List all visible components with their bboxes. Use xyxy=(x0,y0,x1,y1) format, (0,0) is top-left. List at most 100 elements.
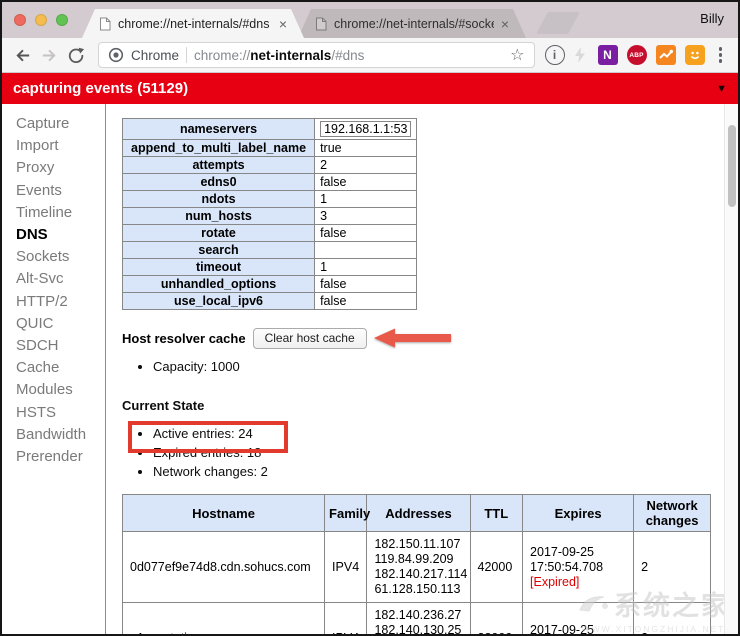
config-value: false xyxy=(315,293,417,310)
sidebar-item-hsts[interactable]: HSTS xyxy=(2,401,105,423)
sidebar-item-bandwidth[interactable]: Bandwidth xyxy=(2,424,105,446)
chrome-product-icon xyxy=(108,47,124,63)
config-value: 1 xyxy=(315,259,417,276)
cache-network-changes: 2 xyxy=(634,603,711,635)
tab-close-icon[interactable]: × xyxy=(279,17,287,31)
config-row: nameservers192.168.1.1:53 xyxy=(123,119,417,140)
new-tab-button[interactable] xyxy=(536,12,580,34)
bookmark-star-icon[interactable]: ☆ xyxy=(510,45,524,65)
expired-badge: [Expired] xyxy=(530,575,626,590)
config-label: rotate xyxy=(123,225,315,242)
cache-ttl: 38000 xyxy=(470,603,523,635)
cache-network-changes: 2 xyxy=(634,532,711,603)
back-button[interactable] xyxy=(10,43,34,67)
cache-hostname: a1.mzstatic.com xyxy=(123,603,325,635)
cache-ttl: 42000 xyxy=(470,532,523,603)
tab-sockets[interactable]: chrome://net-internals/#socke × xyxy=(298,9,526,38)
config-value: false xyxy=(315,174,417,191)
browser-toolbar: Chrome chrome://net-internals/#dns ☆ i N… xyxy=(2,38,738,73)
cache-expires: 2017-09-25 17:50:54.708[Expired] xyxy=(523,532,634,603)
current-state-list: Active entries: 24Expired entries: 18Net… xyxy=(122,426,738,480)
origin-label: Chrome xyxy=(131,48,179,63)
page-content: CaptureImportProxyEventsTimelineDNSSocke… xyxy=(2,104,738,634)
config-row: rotatefalse xyxy=(123,225,417,242)
annotation-arrow-icon xyxy=(374,327,452,349)
sidebar-item-quic[interactable]: QUIC xyxy=(2,313,105,335)
config-value xyxy=(315,242,417,259)
config-row: ndots1 xyxy=(123,191,417,208)
cache-header: Network changes xyxy=(634,495,711,532)
capturing-banner[interactable]: capturing events (51129) ▼ xyxy=(2,73,738,104)
config-label: ndots xyxy=(123,191,315,208)
face-icon[interactable] xyxy=(685,45,705,65)
config-row: unhandled_optionsfalse xyxy=(123,276,417,293)
cache-addresses: 182.140.236.27 182.140.130.25 61.188.191… xyxy=(367,603,470,635)
info-icon[interactable]: i xyxy=(545,45,565,65)
dns-config-table: nameservers192.168.1.1:53append_to_multi… xyxy=(122,118,417,310)
config-label: append_to_multi_label_name xyxy=(123,140,315,157)
config-label: num_hosts xyxy=(123,208,315,225)
sidebar-item-http-2[interactable]: HTTP/2 xyxy=(2,291,105,313)
sidebar-item-proxy[interactable]: Proxy xyxy=(2,157,105,179)
forward-button[interactable] xyxy=(37,43,61,67)
config-label: nameservers xyxy=(123,119,315,140)
close-window-button[interactable] xyxy=(14,14,26,26)
sidebar-item-timeline[interactable]: Timeline xyxy=(2,202,105,224)
config-label: timeout xyxy=(123,259,315,276)
current-state-title: Current State xyxy=(122,398,738,413)
tab-dns[interactable]: chrome://net-internals/#dns × xyxy=(82,9,304,38)
cache-header: Addresses xyxy=(367,495,470,532)
profile-name: Billy xyxy=(700,11,724,26)
config-row: search xyxy=(123,242,417,259)
sidebar-item-alt-svc[interactable]: Alt-Svc xyxy=(2,268,105,290)
config-value: false xyxy=(315,276,417,293)
dns-panel: nameservers192.168.1.1:53append_to_multi… xyxy=(106,104,738,634)
capacity-item: Capacity: 1000 xyxy=(153,359,738,375)
cache-expires: 2017-09-25 17:51:23.173 xyxy=(523,603,634,635)
tab-bar: chrome://net-internals/#dns × chrome://n… xyxy=(2,2,738,38)
zoom-window-button[interactable] xyxy=(56,14,68,26)
address-bar[interactable]: Chrome chrome://net-internals/#dns ☆ xyxy=(98,42,535,68)
cache-addresses: 182.150.11.107 119.84.99.209 182.140.217… xyxy=(367,532,470,603)
scrollbar[interactable] xyxy=(724,104,738,634)
sidebar-item-sockets[interactable]: Sockets xyxy=(2,246,105,268)
config-row: use_local_ipv6false xyxy=(123,293,417,310)
config-label: attempts xyxy=(123,157,315,174)
tab-close-icon[interactable]: × xyxy=(501,17,509,31)
cache-header: Hostname xyxy=(123,495,325,532)
reload-button[interactable] xyxy=(64,43,88,67)
lightning-icon[interactable] xyxy=(568,43,592,67)
cache-header: TTL xyxy=(470,495,523,532)
minimize-window-button[interactable] xyxy=(35,14,47,26)
clear-host-cache-button[interactable]: Clear host cache xyxy=(253,328,367,349)
tab-title: chrome://net-internals/#dns xyxy=(118,17,272,31)
cache-header: Expires xyxy=(523,495,634,532)
scrollbar-thumb[interactable] xyxy=(728,125,736,207)
cache-family: IPV4 xyxy=(325,603,367,635)
config-row: append_to_multi_label_nametrue xyxy=(123,140,417,157)
traffic-lights xyxy=(14,14,68,26)
onenote-clipper-icon[interactable]: N xyxy=(598,45,618,65)
sidebar-item-capture[interactable]: Capture xyxy=(2,113,105,135)
cache-row: a1.mzstatic.comIPV4182.140.236.27 182.14… xyxy=(123,603,711,635)
sidebar-item-dns[interactable]: DNS xyxy=(2,224,105,246)
config-value: 192.168.1.1:53 xyxy=(315,119,417,140)
host-resolver-row: Host resolver cache Clear host cache xyxy=(122,327,738,349)
sidebar-item-sdch[interactable]: SDCH xyxy=(2,335,105,357)
state-item: Network changes: 2 xyxy=(153,464,738,480)
sidebar-item-prerender[interactable]: Prerender xyxy=(2,446,105,468)
sidebar-item-import[interactable]: Import xyxy=(2,135,105,157)
adblock-plus-icon[interactable]: ABP xyxy=(627,45,647,65)
sidebar-item-events[interactable]: Events xyxy=(2,180,105,202)
cache-header: Family xyxy=(325,495,367,532)
sidebar-item-cache[interactable]: Cache xyxy=(2,357,105,379)
page-icon xyxy=(99,17,111,31)
menu-icon[interactable] xyxy=(711,43,731,67)
browser-window: chrome://net-internals/#dns × chrome://n… xyxy=(0,0,740,636)
config-row: timeout1 xyxy=(123,259,417,276)
sidebar-item-modules[interactable]: Modules xyxy=(2,379,105,401)
config-row: num_hosts3 xyxy=(123,208,417,225)
cache-hostname: 0d077ef9e74d8.cdn.sohucs.com xyxy=(123,532,325,603)
chart-icon[interactable] xyxy=(656,45,676,65)
config-label: unhandled_options xyxy=(123,276,315,293)
